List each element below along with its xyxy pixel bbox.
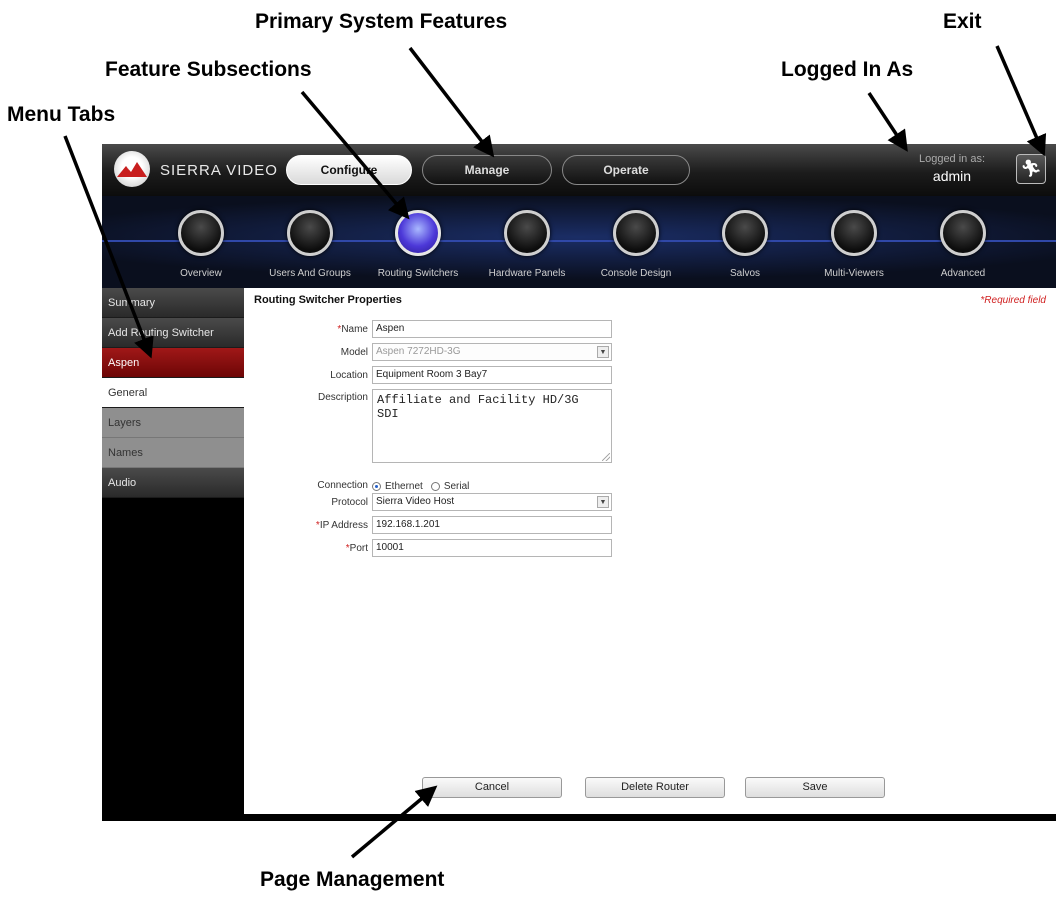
feature-overview[interactable]: Overview	[151, 196, 251, 288]
app-window: SIERRA VIDEO Configure Manage Operate Lo…	[102, 144, 1056, 821]
feature-label: Console Design	[600, 268, 672, 279]
callout-primary-system-features: Primary System Features	[255, 10, 508, 33]
feature-bar: Overview Users And Groups Routing Switch…	[102, 196, 1056, 288]
ip-address-field[interactable]: 192.168.1.201	[372, 516, 612, 534]
bottom-strip	[244, 814, 1056, 821]
ethernet-radio-label: Ethernet	[385, 480, 423, 492]
feature-knob-icon	[613, 210, 659, 256]
protocol-value: Sierra Video Host	[376, 496, 455, 507]
callout-logged-in-as: Logged In As	[781, 58, 914, 81]
location-label: Location	[330, 370, 368, 381]
feature-label: Multi-Viewers	[824, 268, 884, 279]
ethernet-radio[interactable]	[372, 481, 381, 491]
ip-address-label: *IP Address	[315, 520, 368, 531]
save-button[interactable]: Save	[745, 777, 885, 798]
serial-radio-label: Serial	[443, 480, 470, 492]
feature-label: Salvos	[729, 268, 760, 279]
feature-knob-icon	[940, 210, 986, 256]
feature-knob-icon	[178, 210, 224, 256]
feature-knob-icon	[722, 210, 768, 256]
model-label: Model	[340, 347, 368, 358]
running-man-exit-icon: 🏃︎	[1020, 159, 1042, 178]
delete-router-button[interactable]: Delete Router	[585, 777, 725, 798]
feature-multi-viewers[interactable]: Multi-Viewers	[804, 196, 904, 288]
callout-page-management: Page Management	[260, 868, 445, 891]
top-bar: SIERRA VIDEO Configure Manage Operate Lo…	[102, 144, 1056, 196]
model-select[interactable]: Aspen 7272HD-3G ▼	[372, 343, 612, 361]
page-title: Routing Switcher Properties	[254, 294, 402, 306]
callout-menu-tabs: Menu Tabs	[7, 103, 116, 126]
name-label: *Name	[337, 324, 368, 335]
exit-button[interactable]: 🏃︎	[1016, 154, 1046, 184]
required-field-note: *Required field	[980, 295, 1046, 306]
nav-operate[interactable]: Operate	[562, 155, 690, 185]
callout-exit: Exit	[943, 10, 982, 33]
feature-label: Overview	[180, 268, 222, 279]
feature-label: Users And Groups	[269, 268, 351, 279]
feature-label: Advanced	[940, 268, 986, 279]
location-field[interactable]: Equipment Room 3 Bay7	[372, 366, 612, 384]
name-field[interactable]: Aspen	[372, 320, 612, 338]
sierra-video-logo-icon	[114, 151, 150, 187]
feature-advanced[interactable]: Advanced	[913, 196, 1013, 288]
nav-manage[interactable]: Manage	[422, 155, 552, 185]
sidebar-item-names[interactable]: Names	[102, 438, 244, 468]
feature-knob-icon	[287, 210, 333, 256]
sidebar-item-layers[interactable]: Layers	[102, 408, 244, 438]
chevron-down-icon: ▼	[597, 346, 609, 358]
properties-panel: Routing Switcher Properties *Required fi…	[244, 288, 1056, 814]
feature-console-design[interactable]: Console Design	[586, 196, 686, 288]
feature-label: Routing Switchers	[377, 268, 459, 279]
cancel-button[interactable]: Cancel	[422, 777, 562, 798]
nav-configure[interactable]: Configure	[286, 155, 412, 185]
feature-routing-switchers[interactable]: Routing Switchers	[368, 196, 468, 288]
description-textarea[interactable]: Affiliate and Facility HD/3G SDI	[372, 389, 612, 463]
sidebar-menu-tabs: Summary Add Routing Switcher Aspen Gener…	[102, 288, 244, 821]
sidebar-item-summary[interactable]: Summary	[102, 288, 244, 318]
feature-users-and-groups[interactable]: Users And Groups	[260, 196, 360, 288]
feature-knob-icon	[831, 210, 877, 256]
arrow-primary-features	[408, 46, 495, 158]
arrow-exit	[995, 45, 1047, 157]
resize-grip-icon[interactable]	[602, 453, 610, 461]
sidebar-item-general[interactable]: General	[102, 378, 244, 408]
model-value: Aspen 7272HD-3G	[376, 346, 461, 357]
arrow-logged-in-as	[867, 92, 908, 152]
chevron-down-icon: ▼	[597, 496, 609, 508]
feature-knob-icon	[504, 210, 550, 256]
serial-radio[interactable]	[430, 481, 440, 491]
feature-hardware-panels[interactable]: Hardware Panels	[477, 196, 577, 288]
port-field[interactable]: 10001	[372, 539, 612, 557]
port-label: *Port	[345, 543, 368, 554]
sidebar-item-aspen[interactable]: Aspen	[102, 348, 244, 378]
logged-in-username: admin	[932, 168, 972, 184]
sidebar-item-add-routing-switcher[interactable]: Add Routing Switcher	[102, 318, 244, 348]
feature-salvos[interactable]: Salvos	[695, 196, 795, 288]
callout-feature-subsections: Feature Subsections	[105, 58, 312, 81]
feature-knob-icon	[395, 210, 441, 256]
protocol-label: Protocol	[331, 497, 368, 508]
brand-name: SIERRA VIDEO	[160, 162, 278, 179]
protocol-select[interactable]: Sierra Video Host ▼	[372, 493, 612, 511]
sidebar-item-audio[interactable]: Audio	[102, 468, 244, 498]
feature-label: Hardware Panels	[488, 268, 566, 279]
description-label: Description	[317, 392, 368, 403]
description-value: Affiliate and Facility HD/3G SDI	[377, 393, 579, 421]
logged-in-label: Logged in as:	[918, 153, 986, 165]
